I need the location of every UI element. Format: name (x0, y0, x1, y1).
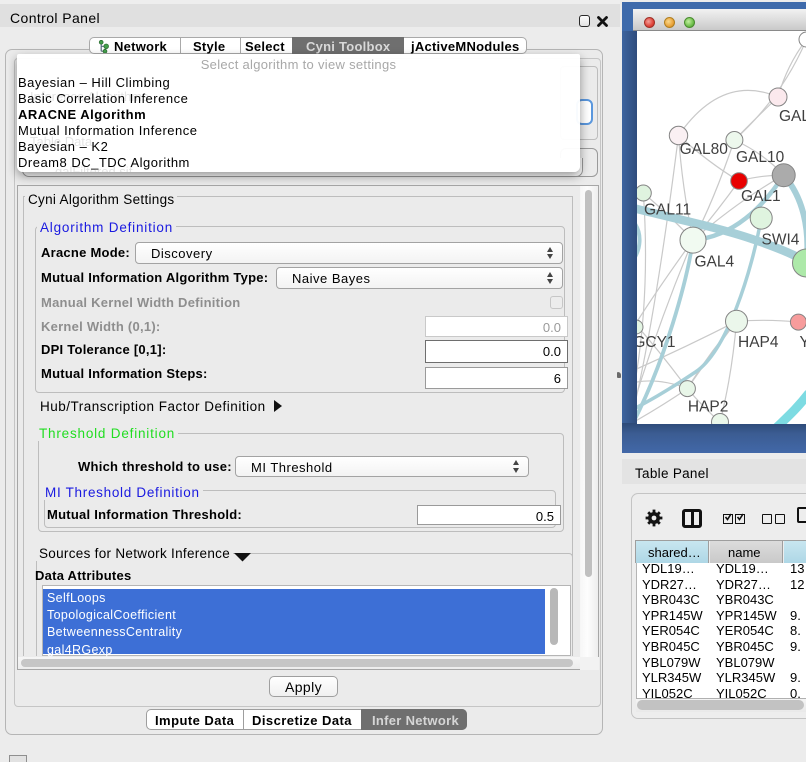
svg-text:GAL11: GAL11 (644, 202, 691, 219)
svg-text:YJ: YJ (800, 334, 806, 351)
svg-text:GAL80: GAL80 (680, 141, 729, 158)
svg-text:GAL1: GAL1 (741, 188, 781, 205)
svg-text:GAL7: GAL7 (779, 108, 806, 125)
svg-text:GAL10: GAL10 (736, 149, 785, 166)
svg-text:GAL4: GAL4 (695, 254, 735, 271)
svg-text:GCY1: GCY1 (637, 334, 676, 351)
svg-text:SWI4: SWI4 (762, 232, 800, 249)
svg-text:HAP4: HAP4 (738, 334, 779, 351)
svg-text:HAP2: HAP2 (688, 399, 729, 416)
